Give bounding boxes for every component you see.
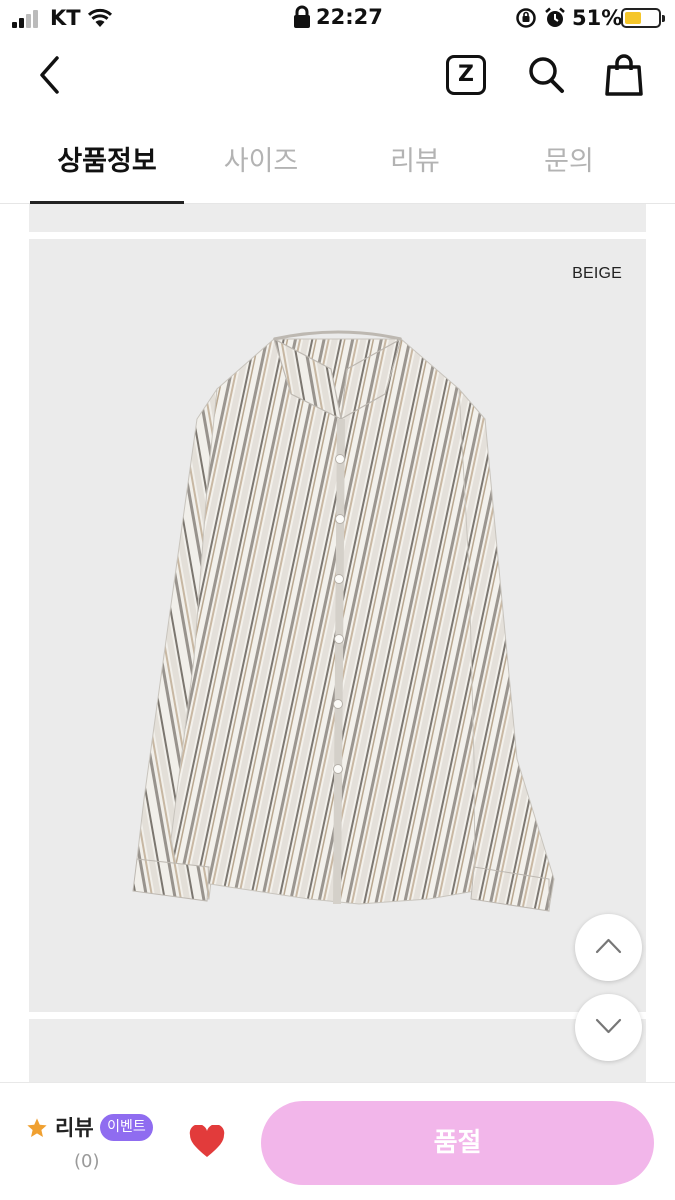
scroll-up-button[interactable] [575,914,642,981]
back-icon[interactable] [30,52,70,98]
next-image-strip [29,1019,646,1089]
clock: 22:27 [316,5,383,29]
scroll-down-button[interactable] [575,994,642,1061]
status-bar: KT 22:27 51% [0,0,675,38]
bottom-action-bar: 리뷰 이벤트 (0) 품절 [0,1082,675,1200]
striped-shirt-image [132,330,555,912]
tab-product-info[interactable]: 상품정보 [30,118,184,205]
product-image: BEIGE [29,239,646,1012]
review-count: (0) [74,1151,100,1172]
previous-image-strip [29,204,646,232]
lock-icon [294,5,310,28]
battery-icon [621,8,665,28]
chevron-up-icon [595,938,622,954]
rotation-lock-icon [516,8,536,28]
review-label[interactable]: 리뷰 [55,1112,94,1142]
carrier-name: KT [50,6,81,30]
heart-icon[interactable] [188,1125,226,1159]
app-header: Z [0,38,675,118]
tab-inquiry[interactable]: 문의 [492,118,646,204]
shopping-bag-icon[interactable] [605,53,643,97]
product-tabs: 상품정보 사이즈 리뷰 문의 [0,118,675,205]
tab-review[interactable]: 리뷰 [338,118,492,204]
star-icon [27,1118,47,1137]
zigzag-icon[interactable]: Z [446,55,486,95]
cellular-signal-icon [12,8,42,28]
soldout-button[interactable]: 품절 [261,1101,654,1185]
color-label: BEIGE [572,265,622,282]
event-badge: 이벤트 [100,1114,153,1141]
alarm-icon [545,7,565,27]
chevron-down-icon [595,1018,622,1034]
battery-percent: 51% [572,6,623,30]
wifi-icon [87,8,113,27]
tab-size[interactable]: 사이즈 [184,118,338,204]
search-icon[interactable] [526,54,566,96]
